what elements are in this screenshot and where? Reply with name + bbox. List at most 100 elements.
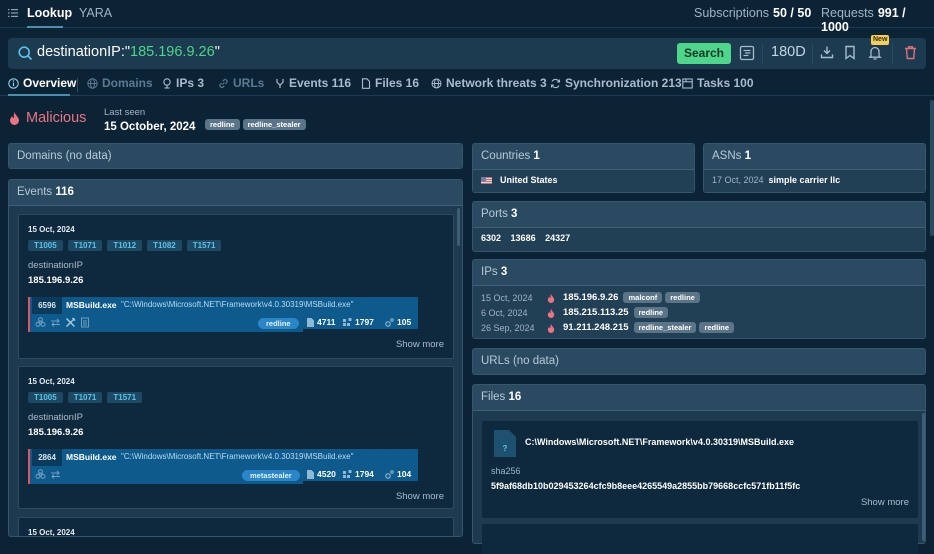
tab-synchronization[interactable]: Synchronization 213 [550, 76, 682, 90]
tab-domains[interactable]: Domains [87, 76, 153, 90]
malware-tag[interactable]: redline [258, 318, 299, 329]
event-card[interactable]: 15 Oct, 2024 T1005 T1071 T1571 destinati… [18, 366, 454, 509]
menu-icon[interactable] [8, 8, 18, 18]
registry-count: 1794 [355, 469, 374, 479]
technique-chip[interactable]: T1012 [107, 240, 143, 251]
divider [762, 44, 763, 64]
process-row[interactable]: 2864 MSBuild.exe "C:\Windows\Microsoft.N… [28, 449, 418, 484]
countries-header: Countries 1 [473, 144, 694, 170]
tab-events[interactable]: Events 116 [275, 76, 351, 90]
verdict-tags: redline redline_stealer [205, 114, 309, 132]
search-input[interactable]: destinationIP:"185.196.9.26" [37, 44, 220, 60]
files-scrollbar[interactable] [922, 413, 925, 541]
registry-stat: 1794 [343, 469, 374, 479]
urls-panel[interactable]: URLs (no data) [472, 348, 926, 375]
download-icon[interactable] [820, 45, 834, 59]
divider [77, 78, 78, 92]
period-selector[interactable]: 180D [771, 44, 806, 60]
tab-urls[interactable]: URLs [218, 76, 264, 90]
active-tab-indicator [8, 94, 70, 96]
tag[interactable]: redline [699, 322, 735, 333]
show-more-link[interactable]: Show more [396, 339, 444, 350]
network-arrows-icon [51, 318, 60, 327]
file-path: C:\Windows\Microsoft.NET\Framework\v4.0.… [525, 437, 794, 447]
tab-tasks[interactable]: Tasks 100 [682, 76, 754, 90]
info-icon [8, 77, 19, 89]
query-key: destinationIP:" [37, 44, 131, 60]
process-stats: 4520 1794 104 [303, 466, 418, 481]
technique-chip[interactable]: T1005 [28, 240, 63, 251]
query-builder-icon[interactable] [739, 45, 755, 61]
subscriptions-label: Subscriptions [694, 6, 770, 20]
event-card[interactable]: 15 Oct, 2024 [18, 517, 454, 536]
files-panel: Files 16 ? C:\Windows\Microsoft.NET\Fram… [472, 384, 926, 554]
page-scrollbar[interactable] [930, 100, 934, 236]
events-scrollbar[interactable] [457, 208, 460, 246]
event-key: destinationIP [28, 412, 83, 423]
technique-chip[interactable]: T1571 [186, 240, 222, 251]
window-icon [682, 77, 693, 89]
top-bar: Lookup YARA Subscriptions 50 / 50 Request… [0, 0, 934, 34]
modules-icon [385, 469, 394, 479]
files-count: 4711 [317, 317, 336, 327]
tab-overview[interactable]: Overview [8, 76, 76, 90]
tab-yara[interactable]: YARA [79, 6, 112, 20]
ip-row[interactable]: 6 Oct, 2024 185.215.113.25 redline [481, 305, 917, 320]
tab-label: URLs [233, 76, 265, 90]
file-card[interactable] [482, 524, 918, 554]
process-name: MSBuild.exe [66, 452, 117, 462]
tab-files[interactable]: Files 16 [361, 76, 419, 90]
bell-icon[interactable] [868, 45, 882, 60]
process-row[interactable]: 6596 MSBuild.exe "C:\Windows\Microsoft.N… [28, 297, 418, 332]
tag[interactable]: redline [205, 119, 240, 130]
hash-label: sha256 [491, 466, 521, 476]
port[interactable]: 6302 [481, 233, 501, 243]
tag[interactable]: redline [633, 307, 669, 318]
technique-chip[interactable]: T1005 [28, 392, 63, 403]
show-more-link[interactable]: Show more [396, 491, 444, 502]
file-icon [307, 469, 314, 479]
new-badge: New [871, 35, 890, 45]
port[interactable]: 24327 [545, 233, 570, 243]
tag[interactable]: redline [665, 292, 700, 303]
globe-icon [87, 77, 98, 89]
tab-lookup[interactable]: Lookup [27, 6, 72, 20]
tab-network-threats[interactable]: Network threats 3 [431, 76, 547, 90]
bookmark-icon[interactable] [844, 45, 856, 60]
file-icon [361, 77, 371, 89]
show-more-link[interactable]: Show more [861, 497, 909, 508]
file-card[interactable]: ? C:\Windows\Microsoft.NET\Framework\v4.… [482, 421, 918, 518]
unknown-file-icon: ? [494, 430, 516, 457]
ip-address: 91.211.248.215 [563, 322, 629, 333]
ip-row[interactable]: 15 Oct, 2024 185.196.9.26 malconf redline [481, 290, 917, 305]
registry-icon [343, 317, 352, 326]
tag[interactable]: redline_stealer [242, 119, 306, 130]
files-stat: 4711 [307, 317, 335, 327]
technique-chip[interactable]: T1071 [67, 392, 103, 403]
country-row[interactable]: United States [473, 170, 694, 192]
search-button[interactable]: Search [677, 43, 731, 64]
technique-chip[interactable]: T1071 [67, 240, 103, 251]
malware-tag[interactable]: metastealer [242, 470, 300, 481]
ports-title: Ports [481, 208, 508, 220]
domains-panel[interactable]: Domains (no data) [8, 143, 463, 169]
port[interactable]: 13686 [511, 233, 536, 243]
technique-chip[interactable]: T1571 [107, 392, 143, 403]
fork-icon [276, 78, 284, 88]
tag[interactable]: malconf [623, 292, 663, 303]
technique-chip[interactable]: T1082 [147, 240, 182, 251]
sync-icon [550, 78, 561, 88]
network-globe-icon [431, 78, 442, 88]
tab-bar: Overview Domains IPs 3 URLs Events 116 F… [0, 72, 934, 96]
trash-icon[interactable] [904, 45, 917, 60]
process-header: 2864 MSBuild.exe "C:\Windows\Microsoft.N… [28, 449, 418, 466]
ips-header: IPs 3 [473, 260, 925, 286]
event-card[interactable]: 15 Oct, 2024 T1005 T1071 T1012 T1082 T15… [18, 214, 454, 359]
link-icon [219, 78, 228, 88]
ips-title: IPs [481, 266, 498, 278]
ip-row[interactable]: 26 Sep, 2024 91.211.248.215 redline_stea… [481, 320, 917, 335]
tab-ips[interactable]: IPs 3 [162, 76, 204, 90]
tag[interactable]: redline_stealer [633, 322, 697, 333]
asn-row[interactable]: 17 Oct, 2024 simple carrier llc [704, 170, 925, 192]
asns-header: ASNs 1 [704, 144, 925, 170]
